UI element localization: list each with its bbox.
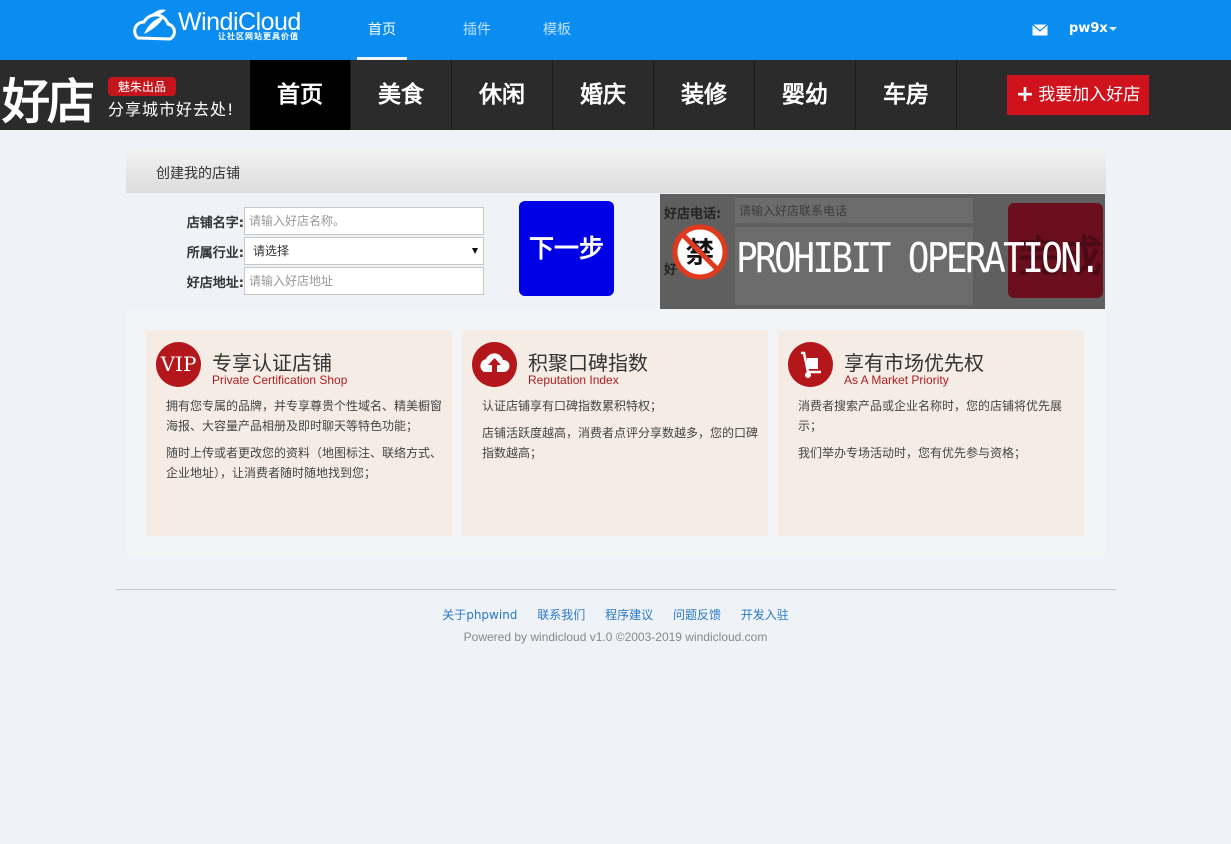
vip-icon: VIP [156,342,201,387]
brand-slogan: 让社区网站更具价值 [218,32,299,41]
shop-phone-input: 请输入好店联系电话 [735,198,973,223]
top-nav: 首页 插件 模板 [357,0,597,60]
maker-badge: 魅朱出品 [108,77,177,96]
feature-description: 拥有您专属的品牌，并专享尊贵个性域名、精美橱窗海报、大容量产品相册及即时聊天等特… [166,396,446,490]
category-car-house[interactable]: 车房 [856,60,957,130]
footer-links: 关于phpwind 联系我们 程序建议 问题反馈 开发入驻 [0,606,1231,623]
category-nav: 首页 美食 休闲 婚庆 装修 婴幼 车房 [250,60,957,130]
address-label: 好店地址: [186,275,244,291]
feature-paragraph: 店铺活跃度越高，消费者点评分享数越多，您的口碑指数越高； [482,426,759,460]
prohibit-message: PROHIBIT OPERATION... [736,234,1105,282]
footer-link-about[interactable]: 关于phpwind [442,608,517,622]
feature-card-certification: VIP 专享认证店铺 Private Certification Shop 拥有… [146,330,452,536]
feature-subtitle: As A Market Priority [844,373,949,387]
prohibited-icon: 禁 [672,224,728,280]
hand-truck-icon [788,342,833,387]
cloud-upload-icon-svg [480,353,510,372]
industry-label: 所属行业: [186,245,244,261]
feature-paragraph: 认证店铺享有口碑指数累积特权； [482,399,663,413]
feature-title: 积聚口碑指数 [528,351,648,375]
plus-icon: + [1015,82,1035,107]
haodian-tagline: 分享城市好去处! [108,100,235,119]
feature-description: 消费者搜索产品或企业名称时，您的店铺将优先展示； 我们举办专场活动时，您有优先参… [798,396,1078,470]
top-nav-templates[interactable]: 模板 [517,0,597,60]
footer-link-feedback[interactable]: 问题反馈 [673,608,721,622]
footer-link-developers[interactable]: 开发入驻 [741,608,789,622]
dropdown-arrow-icon [472,248,478,254]
category-decoration[interactable]: 装修 [654,60,755,130]
category-home[interactable]: 首页 [250,60,351,130]
username: pw9x [1069,21,1108,36]
feature-subtitle: Private Certification Shop [212,373,348,387]
feature-description: 认证店铺享有口碑指数累积特权； 店铺活跃度越高，消费者点评分享数越多，您的口碑指… [482,396,762,470]
cloud-upload-icon [472,342,517,387]
mail-icon[interactable] [1032,24,1048,36]
feature-title: 专享认证店铺 [212,351,332,375]
industry-value: 请选择 [253,244,290,258]
hand-truck-icon-svg [801,351,821,378]
create-shop-header: 创建我的店铺 [126,150,1106,193]
shop-name-label: 店铺名字: [186,215,244,231]
address-input[interactable]: 请输入好店地址 [244,267,484,295]
footer-link-suggestions[interactable]: 程序建议 [605,608,653,622]
haodian-logo[interactable]: 好店 魅朱出品 分享城市好去处! [0,60,250,130]
feature-paragraph: 拥有您专属的品牌，并专享尊贵个性域名、精美橱窗海报、大容量产品相册及即时聊天等特… [166,399,443,433]
cloud-logo-icon [133,9,176,41]
feature-section: VIP 专享认证店铺 Private Certification Shop 拥有… [126,310,1106,556]
haodian-logo-text: 好店 [2,74,95,130]
category-baby[interactable]: 婴幼 [755,60,856,130]
footer-link-contact[interactable]: 联系我们 [537,608,585,622]
shop-name-input[interactable]: 请输入好店名称。 [244,207,484,235]
feature-paragraph: 随时上传或者更改您的资料（地图标注、联络方式、企业地址），让消费者随时随地找到您… [166,446,443,480]
chevron-down-icon [1108,26,1117,31]
user-menu[interactable]: pw9x [1069,21,1117,36]
windicloud-logo[interactable]: WindiCloud 让社区网站更具价值 [130,8,310,50]
category-wedding[interactable]: 婚庆 [553,60,654,130]
feature-paragraph: 消费者搜索产品或企业名称时，您的店铺将优先展示； [798,399,1063,433]
category-bar: 好店 魅朱出品 分享城市好去处! 首页 美食 休闲 婚庆 装修 婴幼 车房 + 我… [0,60,1231,130]
top-navbar: WindiCloud 让社区网站更具价值 首页 插件 模板 pw9x [0,0,1231,60]
top-nav-home[interactable]: 首页 [357,0,407,60]
feature-title: 享有市场优先权 [844,351,984,375]
prohibit-overlay: 好店电话: 请输入好店联系电话 好 完成 禁 PROHIBIT OPERATIO… [660,194,1105,309]
feature-subtitle: Reputation Index [528,373,619,387]
join-shop-button[interactable]: + 我要加入好店 [1007,75,1149,115]
feature-card-reputation: 积聚口碑指数 Reputation Index 认证店铺享有口碑指数累积特权； … [462,330,768,536]
panel-title: 创建我的店铺 [156,166,240,182]
join-shop-label: 我要加入好店 [1038,85,1141,105]
industry-row: 所属行业: 请选择 [166,237,484,265]
shop-name-row: 店铺名字: 请输入好店名称。 [166,207,484,235]
address-row: 好店地址: 请输入好店地址 [166,267,484,295]
industry-select[interactable]: 请选择 [244,237,484,265]
category-food[interactable]: 美食 [351,60,452,130]
feature-card-priority: 享有市场优先权 As A Market Priority 消费者搜索产品或企业名… [778,330,1084,536]
feature-paragraph: 我们举办专场活动时，您有优先参与资格； [798,446,1027,460]
copyright: Powered by windicloud v1.0 ©2003-2019 wi… [463,630,768,644]
shop-phone-label: 好店电话: [664,207,722,222]
top-nav-plugins[interactable]: 插件 [437,0,517,60]
footer-divider [116,589,1116,590]
category-leisure[interactable]: 休闲 [452,60,553,130]
next-step-button[interactable]: 下一步 [519,201,614,296]
